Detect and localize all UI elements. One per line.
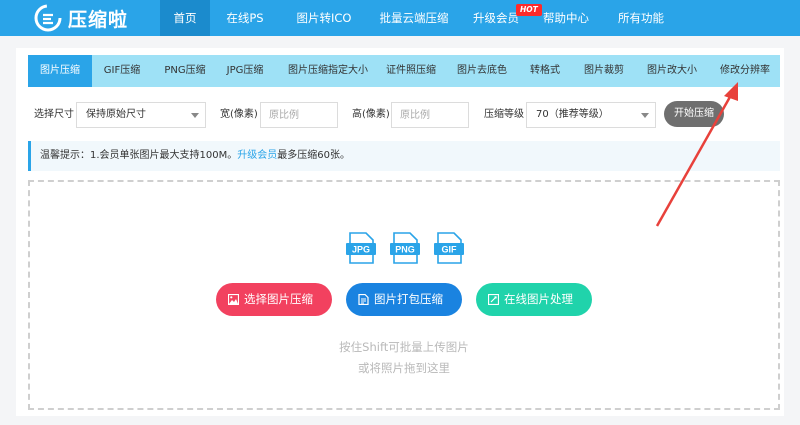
level-label: 压缩等级 (484, 109, 524, 120)
tab-image-compress[interactable]: 图片压缩 (28, 55, 92, 87)
brand-name[interactable]: 压缩啦 (68, 5, 128, 32)
height-input[interactable] (391, 102, 469, 128)
nav-online-ps[interactable]: 在线PS (218, 0, 272, 36)
tip-banner: 温馨提示：1.会员单张图片最大支持100M。升级会员最多压缩60张。 (28, 141, 780, 171)
select-image-compress-button[interactable]: 选择图片压缩 (216, 283, 332, 316)
tab-image-crop[interactable]: 图片裁剪 (578, 55, 630, 87)
nav-batch-cloud-compress[interactable]: 批量云端压缩 (372, 0, 456, 36)
tab-compress-to-size[interactable]: 图片压缩指定大小 (280, 55, 376, 87)
drag-drop-hint: 或将照片拖到这里 (358, 361, 450, 375)
tab-convert-format[interactable]: 转格式 (524, 55, 566, 87)
size-label: 选择尺寸 (34, 109, 74, 120)
select-image-compress-label: 选择图片压缩 (244, 292, 313, 306)
chevron-down-icon (641, 113, 649, 118)
png-format-label: PNG (395, 245, 415, 255)
edit-image-icon (488, 294, 499, 305)
pack-compress-label: 图片打包压缩 (374, 292, 443, 306)
tab-remove-background[interactable]: 图片去底色 (452, 55, 512, 87)
nav-help-center[interactable]: 帮助中心 (537, 0, 595, 36)
width-input[interactable] (260, 102, 338, 128)
width-label: 宽(像素) (220, 109, 258, 120)
tip-text-suffix: 最多压缩60张。 (277, 150, 350, 161)
pack-compress-button[interactable]: 图片打包压缩 (346, 283, 462, 316)
online-image-process-label: 在线图片处理 (504, 292, 573, 306)
nav-home[interactable]: 首页 (160, 0, 210, 36)
image-icon (228, 294, 239, 305)
archive-file-icon (358, 294, 369, 305)
tab-change-resolution[interactable]: 修改分辨率 (714, 55, 776, 87)
gif-format-label: GIF (442, 245, 458, 255)
logo-icon (34, 4, 62, 32)
tab-jpg-compress[interactable]: JPG压缩 (218, 55, 272, 87)
height-label: 高(像素) (352, 109, 390, 120)
batch-upload-hint: 按住Shift可批量上传图片 (339, 340, 469, 354)
tab-png-compress[interactable]: PNG压缩 (156, 55, 214, 87)
online-image-process-button[interactable]: 在线图片处理 (476, 283, 592, 316)
level-select[interactable]: 70（推荐等级） (526, 102, 656, 128)
nav-image-to-ico[interactable]: 图片转ICO (288, 0, 360, 36)
size-select[interactable]: 保持原始尺寸 (76, 102, 206, 128)
chevron-down-icon (191, 113, 199, 118)
tip-text: 温馨提示：1.会员单张图片最大支持100M。 (40, 150, 238, 161)
jpg-file-icon: JPG (346, 232, 376, 264)
tab-gif-compress[interactable]: GIF压缩 (94, 55, 150, 87)
png-file-icon: PNG (390, 232, 420, 264)
size-select-value: 保持原始尺寸 (86, 109, 146, 120)
tab-id-photo-compress[interactable]: 证件照压缩 (381, 55, 441, 87)
jpg-format-label: JPG (352, 245, 370, 255)
nav-all-features[interactable]: 所有功能 (612, 0, 670, 36)
level-select-value: 70（推荐等级） (536, 109, 609, 120)
gif-file-icon: GIF (434, 232, 464, 264)
tab-resize-image[interactable]: 图片改大小 (641, 55, 703, 87)
start-compress-button[interactable]: 开始压缩 (664, 101, 724, 127)
upgrade-member-link[interactable]: 升级会员 (237, 150, 277, 161)
